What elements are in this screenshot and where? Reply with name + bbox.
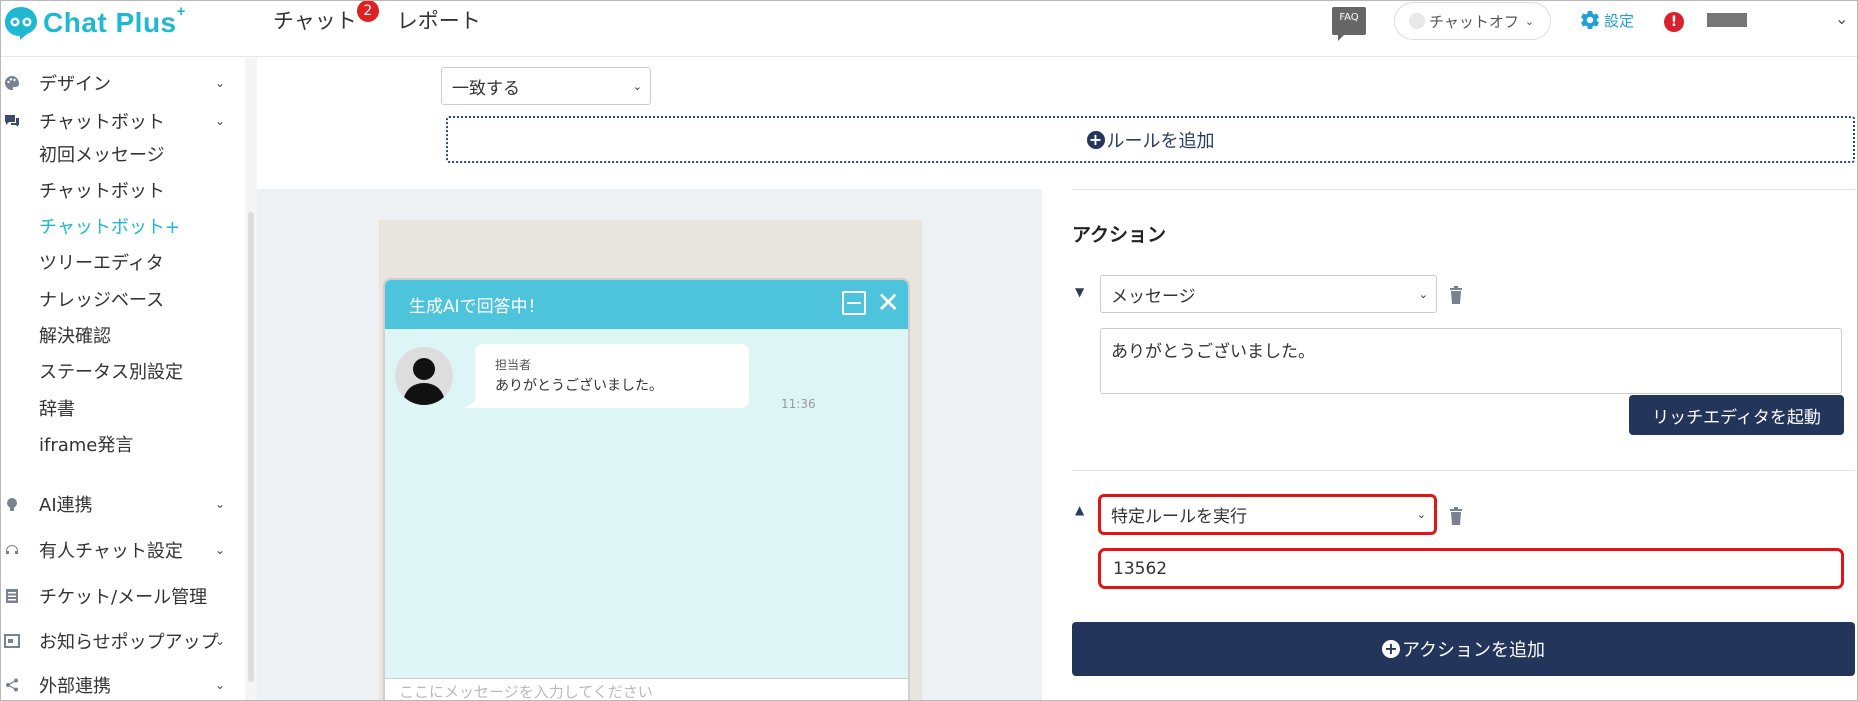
top-header: Chat Plus+ チャット 2 レポート FAQ チャットオフ ⌄ 設定 !… xyxy=(1,1,1857,57)
rule-id-value: 13562 xyxy=(1113,558,1168,579)
collapse-icon[interactable]: ▼ xyxy=(1075,285,1084,299)
palette-icon xyxy=(4,75,20,91)
sidebar-item-label: チャットボット xyxy=(39,112,165,133)
action2-type-select[interactable]: 特定ルールを実行 ⌄ xyxy=(1098,494,1437,535)
user-menu[interactable] xyxy=(1707,13,1747,27)
sidebar-sub-first-message[interactable]: 初回メッセージ xyxy=(39,141,165,167)
rich-editor-button[interactable]: リッチエディタを起動 xyxy=(1629,395,1844,435)
sidebar-sub-status-settings[interactable]: ステータス別設定 xyxy=(39,358,183,384)
expand-icon[interactable]: ▲ xyxy=(1075,503,1084,517)
avatar xyxy=(395,347,453,405)
nav-chat[interactable]: チャット 2 xyxy=(273,1,379,35)
faq-icon[interactable]: FAQ xyxy=(1332,7,1366,41)
divider xyxy=(1072,470,1855,471)
popup-icon xyxy=(4,633,20,649)
chat-widget-title: 生成AIで回答中！ xyxy=(409,297,545,317)
trash-icon[interactable] xyxy=(1449,507,1463,525)
rule-id-input[interactable]: 13562 xyxy=(1098,548,1844,589)
nav-report[interactable]: レポート xyxy=(397,5,481,35)
add-action-button[interactable]: + アクションを追加 xyxy=(1072,622,1855,676)
action1-type-value: メッセージ xyxy=(1111,286,1196,307)
chat-status-label: チャットオフ xyxy=(1429,12,1519,31)
chevron-down-icon: ⌄ xyxy=(214,634,225,648)
chevron-down-icon: ⌄ xyxy=(214,497,225,511)
sidebar-sub-tree-editor[interactable]: ツリーエディタ xyxy=(39,249,164,275)
ticket-icon xyxy=(4,588,20,604)
nav-chat-label: チャット xyxy=(273,9,357,33)
sidebar-sub-resolution-check[interactable]: 解決確認 xyxy=(39,322,111,348)
sidebar-sub-dictionary[interactable]: 辞書 xyxy=(39,395,75,421)
app-window: Chat Plus+ チャット 2 レポート FAQ チャットオフ ⌄ 設定 !… xyxy=(0,0,1858,701)
sidebar-sub-knowledge-base[interactable]: ナレッジベース xyxy=(39,286,164,312)
chevron-down-icon: ⌄ xyxy=(1524,14,1535,28)
scrollbar-thumb[interactable] xyxy=(248,212,254,682)
close-icon[interactable]: ✕ xyxy=(877,286,900,319)
nav-report-label: レポート xyxy=(396,9,481,33)
settings-link[interactable]: 設定 xyxy=(1579,9,1634,31)
chevron-down-icon[interactable]: ⌄ xyxy=(1835,9,1848,28)
chat-message-bubble: 担当者 ありがとうございました。 xyxy=(465,344,749,408)
action1-type-select[interactable]: メッセージ ⌄ xyxy=(1100,275,1437,313)
chat-count-badge: 2 xyxy=(356,1,379,22)
plus-circle-icon: + xyxy=(1086,130,1105,149)
logo-text: Chat Plus+ xyxy=(43,3,186,38)
match-select[interactable]: 一致する ⌄ xyxy=(441,67,651,105)
match-select-value: 一致する xyxy=(452,78,520,99)
sidebar-item-label: チケット/メール管理 xyxy=(39,587,208,608)
top-nav: チャット 2 レポート xyxy=(273,1,507,35)
chevron-down-icon: ⌄ xyxy=(214,76,225,90)
chevron-down-icon: ⌄ xyxy=(632,79,642,93)
headset-icon xyxy=(4,542,20,558)
add-rule-button[interactable]: + ルールを追加 xyxy=(446,116,1855,163)
action1-message-textarea[interactable]: ありがとうございました。 xyxy=(1100,328,1842,394)
alert-icon[interactable]: ! xyxy=(1664,12,1684,32)
add-rule-label: ルールを追加 xyxy=(1106,130,1215,152)
trash-icon[interactable] xyxy=(1449,286,1463,304)
sidebar-item-design[interactable]: デザイン ⌄ xyxy=(1,70,237,96)
chat-widget-preview: 生成AIで回答中！ ✕ 担当者 ありがとうございました。 11:36 ここにメッ… xyxy=(383,278,910,700)
minimize-icon[interactable] xyxy=(842,291,866,315)
sidebar-item-chatbot[interactable]: チャットボット ⌄ xyxy=(1,108,237,134)
message-text: ありがとうございました。 xyxy=(495,378,663,394)
sidebar-item-ticket[interactable]: チケット/メール管理 xyxy=(1,583,237,609)
divider xyxy=(1072,189,1855,190)
sidebar: デザイン ⌄ チャットボット ⌄ 初回メッセージ チャットボット チャットボット… xyxy=(1,58,237,700)
chevron-down-icon: ⌄ xyxy=(1418,287,1428,301)
ai-icon xyxy=(4,496,20,512)
sidebar-item-ai[interactable]: AI連携 ⌄ xyxy=(1,491,237,517)
chevron-down-icon: ⌄ xyxy=(214,114,225,128)
chatplus-logo-icon xyxy=(5,7,37,40)
chat-status-toggle[interactable]: チャットオフ ⌄ xyxy=(1394,2,1551,40)
sidebar-item-label: デザイン xyxy=(39,74,111,95)
sidebar-item-label: AI連携 xyxy=(39,495,93,516)
chat-message-input[interactable]: ここにメッセージを入力してください xyxy=(385,678,908,700)
chevron-down-icon: ⌄ xyxy=(214,678,225,692)
sidebar-item-label: 有人チャット設定 xyxy=(39,541,183,562)
sidebar-item-label: お知らせポップアップ xyxy=(39,632,219,653)
sidebar-sub-iframe[interactable]: iframe発言 xyxy=(39,431,133,457)
message-time: 11:36 xyxy=(781,397,816,411)
sidebar-scrollbar[interactable] xyxy=(245,58,257,700)
share-icon xyxy=(4,677,20,693)
chevron-down-icon: ⌄ xyxy=(1416,508,1426,521)
status-dot-icon xyxy=(1409,13,1425,29)
sidebar-sub-chatbot[interactable]: チャットボット xyxy=(39,177,165,203)
message-sender: 担当者 xyxy=(495,358,532,372)
sidebar-item-manned-chat[interactable]: 有人チャット設定 ⌄ xyxy=(1,537,237,563)
chevron-down-icon: ⌄ xyxy=(214,543,225,557)
plus-circle-icon: + xyxy=(1381,640,1400,658)
sidebar-item-popup[interactable]: お知らせポップアップ ⌄ xyxy=(1,628,237,654)
chat-bubbles-icon xyxy=(4,113,20,129)
sidebar-item-label: 外部連携 xyxy=(39,676,111,697)
action-section-title: アクション xyxy=(1072,224,1167,246)
action2-type-value: 特定ルールを実行 xyxy=(1111,507,1247,527)
add-action-label: アクションを追加 xyxy=(1401,640,1546,661)
sidebar-item-external[interactable]: 外部連携 ⌄ xyxy=(1,672,237,698)
sidebar-sub-chatbot-plus[interactable]: チャットボット+ xyxy=(39,213,180,239)
chat-widget-header: 生成AIで回答中！ ✕ xyxy=(385,280,908,329)
app-logo[interactable]: Chat Plus+ xyxy=(3,3,186,43)
settings-label: 設定 xyxy=(1604,11,1635,30)
gear-icon xyxy=(1581,10,1599,30)
